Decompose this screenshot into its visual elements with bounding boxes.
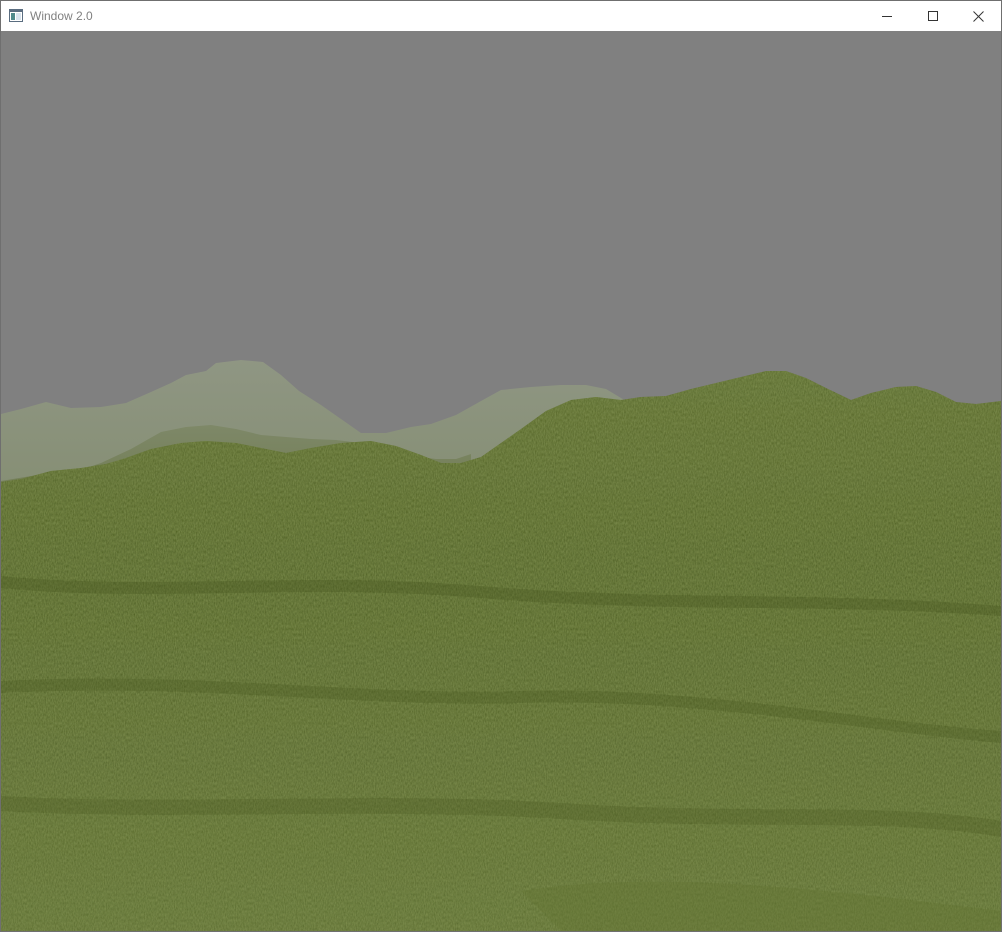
app-window: Window 2.0 (0, 0, 1002, 932)
window-title: Window 2.0 (30, 9, 93, 23)
maximize-icon (928, 11, 938, 21)
maximize-button[interactable] (910, 1, 956, 31)
terrain-scene (1, 31, 1001, 931)
minimize-icon (882, 11, 892, 21)
grass-terrain (1, 371, 1001, 931)
minimize-button[interactable] (864, 1, 910, 31)
render-viewport[interactable] (1, 31, 1001, 931)
title-bar[interactable]: Window 2.0 (1, 1, 1001, 31)
close-icon (972, 10, 984, 22)
close-button[interactable] (955, 1, 1001, 31)
app-window-icon[interactable] (9, 9, 23, 22)
